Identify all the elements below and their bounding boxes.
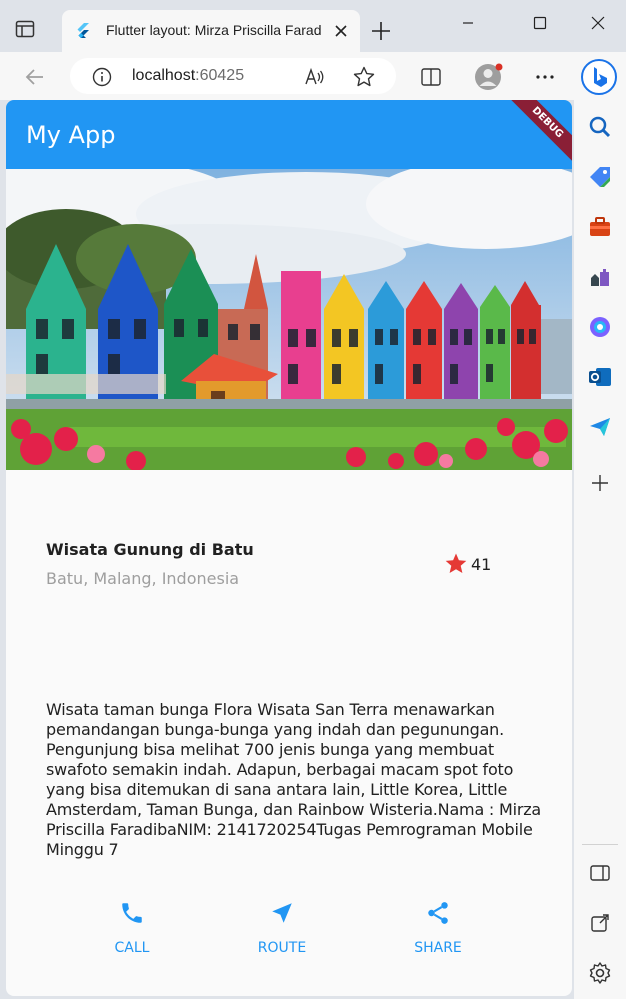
close-icon[interactable] (332, 22, 350, 40)
add-icon[interactable] (587, 470, 613, 496)
close-window-button[interactable] (576, 10, 620, 36)
tab-bar: Flutter layout: Mirza Priscilla Faradiba (0, 0, 626, 52)
share-label: SHARE (414, 940, 462, 956)
copilot-icon[interactable] (587, 314, 613, 340)
outlook-icon[interactable] (587, 364, 613, 390)
navigation-bar: localhost:60425 (0, 52, 626, 100)
url-host: localhost (132, 67, 196, 84)
more-options-icon[interactable] (532, 64, 558, 90)
star-icon[interactable] (444, 552, 468, 576)
address-bar[interactable]: localhost:60425 (70, 58, 396, 94)
sidebar-toggle-icon[interactable] (587, 860, 613, 886)
tag-icon[interactable] (587, 164, 613, 190)
send-icon[interactable] (587, 414, 613, 440)
star-count: 41 (471, 555, 492, 574)
url-port: :60425 (195, 67, 245, 84)
hero-image (6, 159, 572, 471)
app-title: My App (26, 121, 116, 149)
back-arrow-icon[interactable] (22, 64, 48, 90)
gear-icon[interactable] (587, 960, 613, 986)
app-bar: My App (6, 100, 572, 169)
edge-sidebar (574, 100, 626, 999)
minimize-button[interactable] (446, 10, 490, 36)
info-icon[interactable] (92, 67, 112, 87)
title-section: Wisata Gunung di Batu Batu, Malang, Indo… (46, 538, 532, 598)
place-location: Batu, Malang, Indonesia (46, 569, 240, 588)
bing-copilot-icon[interactable] (580, 58, 618, 96)
share-button[interactable]: SHARE (398, 900, 478, 962)
maximize-button[interactable] (518, 10, 562, 36)
place-name: Wisata Gunung di Batu (46, 540, 254, 559)
tab-title: Flutter layout: Mirza Priscilla Faradiba (106, 22, 322, 38)
call-button[interactable]: CALL (92, 900, 172, 962)
share-icon (428, 902, 448, 924)
phone-icon (122, 903, 142, 923)
url-text[interactable]: localhost:60425 (132, 67, 244, 85)
navigation-arrow-icon (272, 903, 292, 923)
new-tab-button[interactable] (370, 20, 392, 42)
route-button[interactable]: ROUTE (242, 900, 322, 962)
sidebar-divider (582, 844, 618, 845)
briefcase-icon[interactable] (587, 214, 613, 240)
flutter-icon (74, 22, 92, 40)
profile-avatar-icon[interactable] (474, 62, 503, 90)
tab-actions-icon[interactable] (14, 18, 36, 40)
external-link-icon[interactable] (587, 910, 613, 936)
chess-icon[interactable] (587, 264, 613, 290)
active-tab[interactable]: Flutter layout: Mirza Priscilla Faradiba (62, 10, 360, 52)
web-viewport: My App DEBUG Wisata Gunung di Batu Batu,… (6, 100, 572, 996)
read-aloud-icon[interactable] (304, 66, 326, 88)
search-icon[interactable] (587, 114, 613, 140)
split-screen-icon[interactable] (418, 64, 444, 90)
call-label: CALL (114, 940, 150, 956)
favorite-star-icon[interactable] (352, 65, 376, 89)
description-text: Wisata taman bunga Flora Wisata San Terr… (46, 700, 542, 859)
route-label: ROUTE (257, 940, 307, 956)
